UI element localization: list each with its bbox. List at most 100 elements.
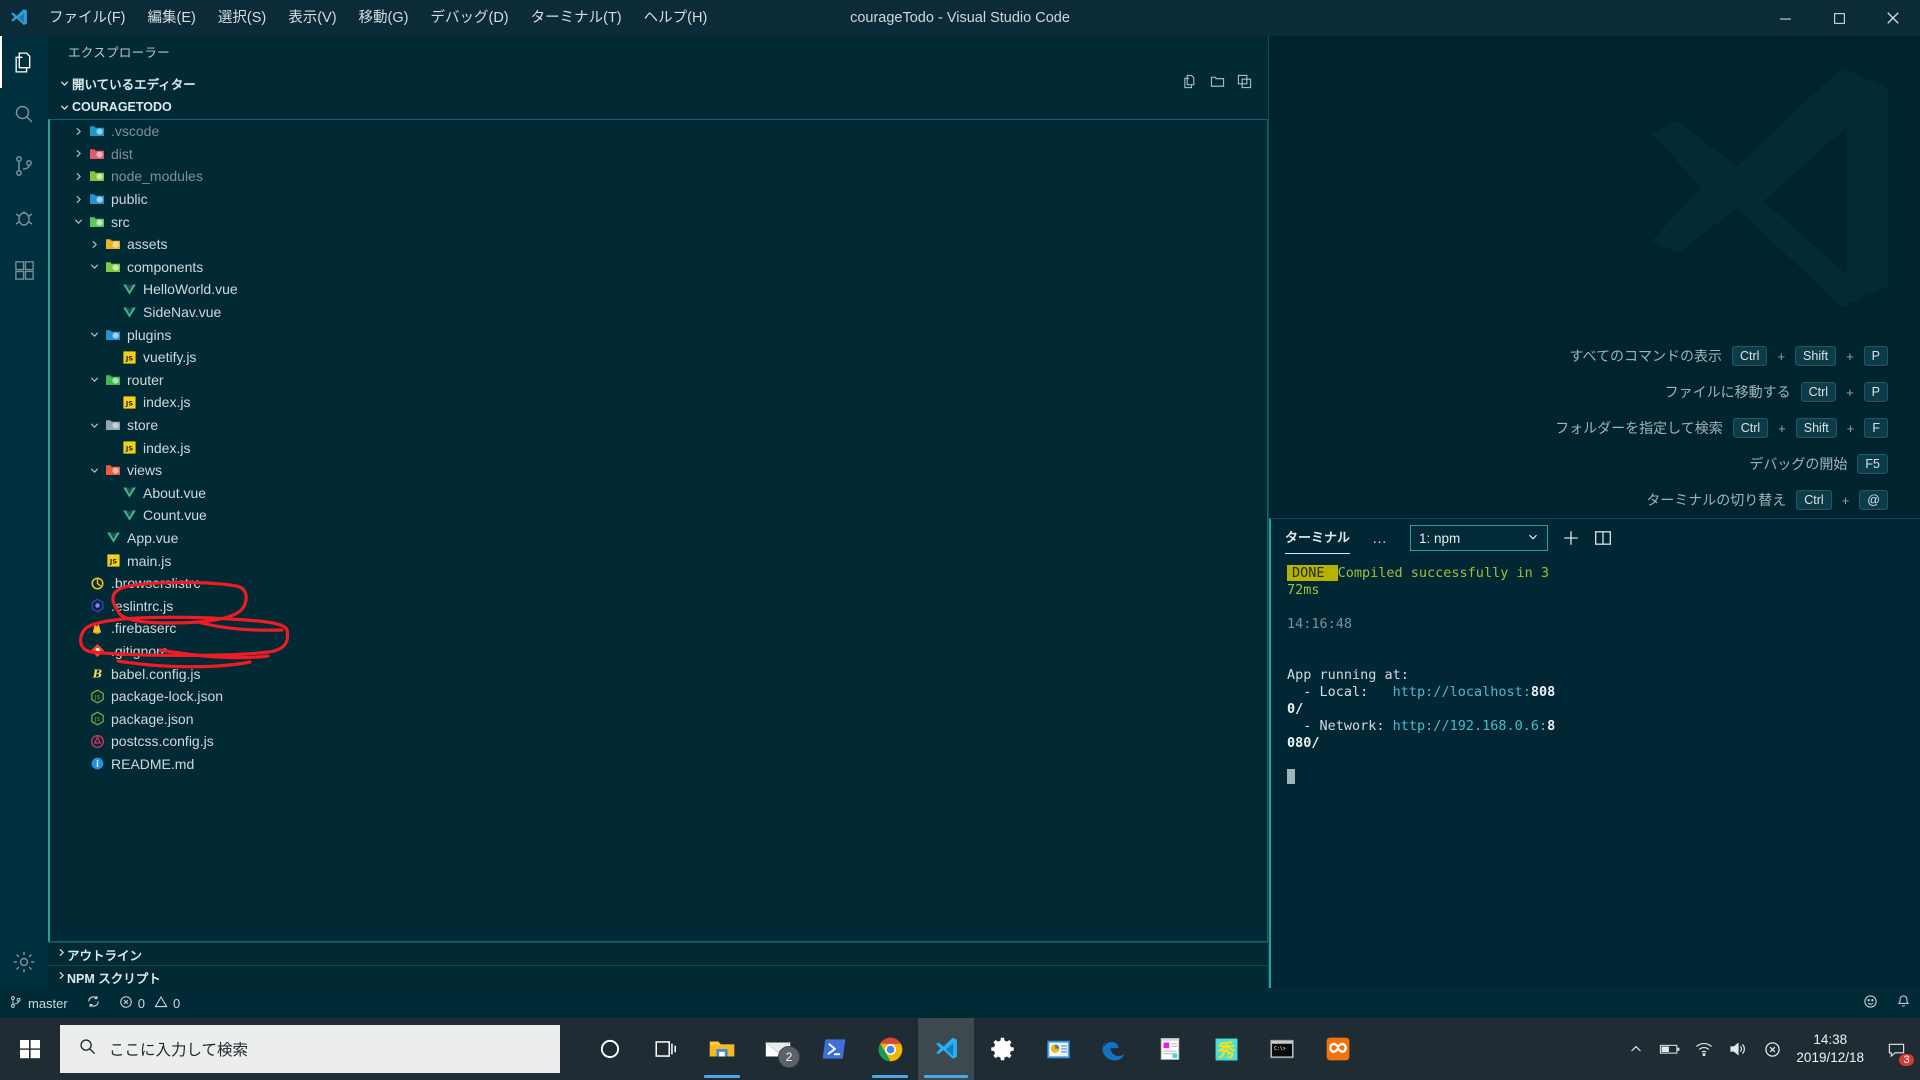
- taskbar-command-prompt[interactable]: C:\>: [1254, 1018, 1310, 1080]
- status-branch[interactable]: master: [0, 988, 77, 1018]
- status-problems[interactable]: 0 0: [110, 988, 189, 1018]
- tree-file-row[interactable]: README.md: [50, 753, 1267, 776]
- tree-file-row[interactable]: postcss.config.js: [50, 730, 1267, 753]
- taskbar-presentation[interactable]: [1030, 1018, 1086, 1080]
- taskbar-file-explorer[interactable]: [694, 1018, 750, 1080]
- taskbar-search-box[interactable]: ここに入力して検索: [60, 1025, 560, 1073]
- terminal-port: 808: [1530, 684, 1556, 700]
- taskbar-chrome[interactable]: [862, 1018, 918, 1080]
- menu-go[interactable]: 移動(G): [348, 0, 420, 36]
- chevron-up-icon[interactable]: [1620, 1018, 1652, 1080]
- terminal-url[interactable]: http://192.168.0.6:: [1393, 718, 1547, 734]
- svg-text:C:\>: C:\>: [1274, 1046, 1286, 1052]
- maximize-icon[interactable]: [1812, 0, 1866, 36]
- tree-folder-row[interactable]: .vscode: [50, 120, 1267, 143]
- tree-folder-row[interactable]: assets: [50, 233, 1267, 256]
- shortcut-start-debugging[interactable]: デバッグの開始 F5: [1269, 446, 1888, 482]
- terminal-url[interactable]: http://localhost:: [1393, 684, 1531, 700]
- search-icon: [78, 1037, 97, 1061]
- terminal-select[interactable]: 1: npm: [1410, 525, 1549, 551]
- tree-file-row[interactable]: .eslintrc.js: [50, 594, 1267, 617]
- shortcut-go-to-file[interactable]: ファイルに移動する Ctrl + P: [1269, 374, 1888, 410]
- menu-help[interactable]: ヘルプ(H): [633, 0, 719, 36]
- outline-section[interactable]: アウトライン: [48, 942, 1268, 965]
- tree-folder-row[interactable]: components: [50, 256, 1267, 279]
- activitybar-explorer[interactable]: [0, 36, 48, 88]
- taskbar-edge[interactable]: [1086, 1018, 1142, 1080]
- taskbar-mail[interactable]: 2: [750, 1018, 806, 1080]
- collapse-all-icon[interactable]: [1237, 74, 1252, 92]
- activitybar-debug[interactable]: [0, 192, 48, 244]
- tree-file-row[interactable]: .browserslistrc: [50, 572, 1267, 595]
- taskbar-task-view[interactable]: [638, 1018, 694, 1080]
- activitybar-source-control[interactable]: [0, 140, 48, 192]
- menu-selection[interactable]: 選択(S): [207, 0, 277, 36]
- tree-folder-row[interactable]: plugins: [50, 323, 1267, 346]
- tree-file-row[interactable]: JS package.json: [50, 707, 1267, 730]
- menu-edit[interactable]: 編集(E): [137, 0, 207, 36]
- tree-file-row[interactable]: .gitignore: [50, 640, 1267, 663]
- tree-file-row[interactable]: JS package-lock.json: [50, 685, 1267, 708]
- tree-file-row[interactable]: HelloWorld.vue: [50, 278, 1267, 301]
- wifi-icon[interactable]: [1688, 1018, 1720, 1080]
- taskbar-powershell[interactable]: [806, 1018, 862, 1080]
- taskbar-vscode[interactable]: [918, 1018, 974, 1080]
- folder-assets-icon: [102, 236, 124, 252]
- menu-debug[interactable]: デバッグ(D): [419, 0, 519, 36]
- activitybar-extensions[interactable]: [0, 244, 48, 296]
- new-terminal-button[interactable]: [1562, 529, 1580, 547]
- minimize-icon[interactable]: [1758, 0, 1812, 36]
- tree-file-row[interactable]: Count.vue: [50, 504, 1267, 527]
- menu-terminal[interactable]: ターミナル(T): [520, 0, 633, 36]
- tree-file-row[interactable]: SideNav.vue: [50, 301, 1267, 324]
- tree-file-row[interactable]: App.vue: [50, 527, 1267, 550]
- tree-file-row[interactable]: About.vue: [50, 482, 1267, 505]
- terminal-output[interactable]: DONE Compiled successfully in 3 72ms 14:1…: [1271, 557, 1920, 786]
- tree-item-label: assets: [127, 236, 168, 253]
- taskbar-xampp[interactable]: [1310, 1018, 1366, 1080]
- open-editors-section[interactable]: 開いているエディター: [48, 71, 1268, 95]
- status-feedback[interactable]: [1854, 988, 1887, 1018]
- close-icon[interactable]: [1866, 0, 1920, 36]
- tree-file-row[interactable]: JS index.js: [50, 436, 1267, 459]
- tree-folder-row[interactable]: router: [50, 369, 1267, 392]
- tree-folder-row[interactable]: src: [50, 210, 1267, 233]
- windows-start-icon[interactable]: [0, 1018, 60, 1080]
- speaker-icon[interactable]: [1722, 1018, 1754, 1080]
- tree-file-row[interactable]: JS index.js: [50, 391, 1267, 414]
- battery-icon[interactable]: [1654, 1018, 1686, 1080]
- tree-file-row[interactable]: B babel.config.js: [50, 662, 1267, 685]
- menu-file[interactable]: ファイル(F): [38, 0, 137, 36]
- tree-folder-row[interactable]: store: [50, 414, 1267, 437]
- tree-file-row[interactable]: .firebaserc: [50, 617, 1267, 640]
- taskbar-hidemaru[interactable]: 秀: [1198, 1018, 1254, 1080]
- taskbar-settings[interactable]: [974, 1018, 1030, 1080]
- project-section[interactable]: COURAGETODO: [48, 95, 1268, 119]
- action-center-icon[interactable]: 3: [1876, 1018, 1916, 1080]
- browserslist-icon: [86, 576, 108, 591]
- split-terminal-button[interactable]: [1594, 529, 1612, 547]
- taskbar-clock[interactable]: 14:38 2019/12/18: [1790, 1031, 1874, 1067]
- tab-terminal[interactable]: ターミナル: [1285, 527, 1351, 554]
- panel-more-icon[interactable]: …: [1372, 530, 1388, 547]
- tree-folder-row[interactable]: dist: [50, 143, 1267, 166]
- shortcut-show-all-commands[interactable]: すべてのコマンドの表示 Ctrl + Shift + P: [1269, 338, 1888, 374]
- activitybar-manage[interactable]: [0, 936, 48, 988]
- tree-folder-row[interactable]: public: [50, 188, 1267, 211]
- npm-scripts-section[interactable]: NPM スクリプト: [48, 965, 1268, 988]
- activitybar-search[interactable]: [0, 88, 48, 140]
- new-folder-icon[interactable]: [1210, 74, 1225, 92]
- status-sync[interactable]: [77, 988, 110, 1018]
- shortcut-find-in-folder[interactable]: フォルダーを指定して検索 Ctrl + Shift + F: [1269, 410, 1888, 446]
- shortcut-toggle-terminal[interactable]: ターミナルの切り替え Ctrl + @: [1269, 482, 1888, 518]
- tree-file-row[interactable]: JS vuetify.js: [50, 346, 1267, 369]
- new-file-icon[interactable]: [1183, 74, 1198, 92]
- menu-view[interactable]: 表示(V): [277, 0, 347, 36]
- tree-folder-row[interactable]: node_modules: [50, 165, 1267, 188]
- tree-folder-row[interactable]: views: [50, 459, 1267, 482]
- error-circle-icon[interactable]: [1756, 1018, 1788, 1080]
- tree-file-row[interactable]: JS main.js: [50, 549, 1267, 572]
- taskbar-notepad[interactable]: [1142, 1018, 1198, 1080]
- status-notifications[interactable]: [1887, 988, 1920, 1018]
- taskbar-cortana[interactable]: [582, 1018, 638, 1080]
